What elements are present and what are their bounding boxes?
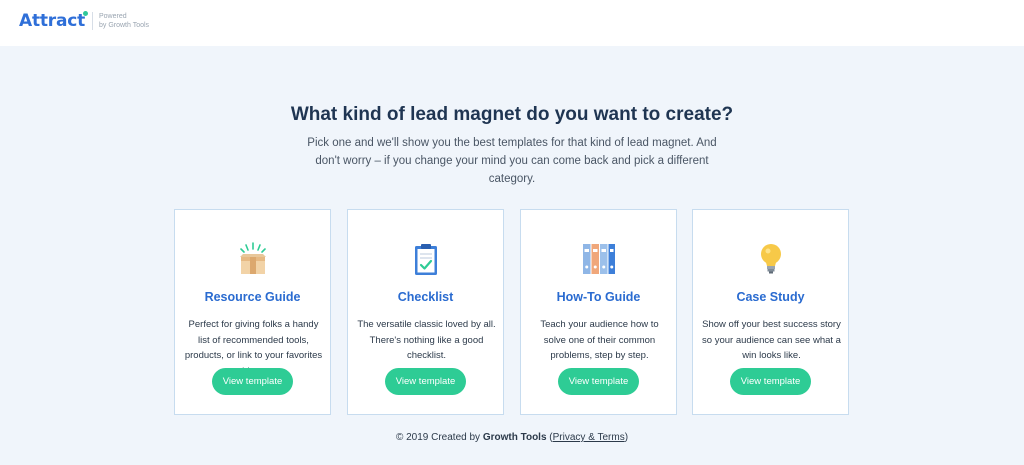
page-subtitle: Pick one and we'll show you the best tem… <box>307 137 717 185</box>
copyright-text: © 2019 Created by <box>395 432 483 443</box>
powered-by: Powered by Growth Tools <box>92 12 149 30</box>
card-case-study[interactable]: Case Study Show off your best success st… <box>692 209 849 415</box>
view-template-button[interactable]: View template <box>385 368 466 395</box>
attract-logo[interactable]: Attract <box>19 11 85 31</box>
logo-dot-icon <box>83 11 88 16</box>
card-description: The versatile classic loved by all. Ther… <box>357 319 496 361</box>
lightbulb-icon <box>761 244 781 274</box>
card-title: Case Study <box>736 290 805 304</box>
binders-icon <box>583 244 615 274</box>
view-template-button[interactable]: View template <box>212 368 293 395</box>
card-title: Resource Guide <box>204 290 301 304</box>
card-resource-guide[interactable]: Resource Guide Perfect for giving folks … <box>174 209 331 415</box>
view-template-button[interactable]: View template <box>558 368 639 395</box>
box-icon <box>240 242 266 274</box>
card-checklist[interactable]: Checklist The versatile classic loved by… <box>347 209 504 415</box>
clipboard-check-icon <box>415 244 437 275</box>
top-bar: Attract Powered by Growth Tools <box>0 0 1024 46</box>
view-template-button[interactable]: View template <box>730 368 811 395</box>
powered-line-1: Powered <box>99 13 127 20</box>
powered-line-2: by Growth Tools <box>99 22 150 29</box>
page-title: What kind of lead magnet do you want to … <box>290 104 734 125</box>
card-description: Teach your audience how to solve one of … <box>540 319 659 361</box>
card-title: How-To Guide <box>556 290 641 304</box>
company-name: Growth Tools <box>482 432 547 443</box>
paren-close: ) <box>624 432 629 443</box>
privacy-terms-link[interactable]: Privacy & Terms <box>553 432 625 443</box>
card-title: Checklist <box>397 290 454 304</box>
card-description: Show off your best success story so your… <box>702 319 841 361</box>
card-how-to-guide[interactable]: How-To Guide Teach your audience how to … <box>520 209 677 415</box>
footer: © 2019 Created by Growth Tools (Privacy … <box>0 432 1024 443</box>
